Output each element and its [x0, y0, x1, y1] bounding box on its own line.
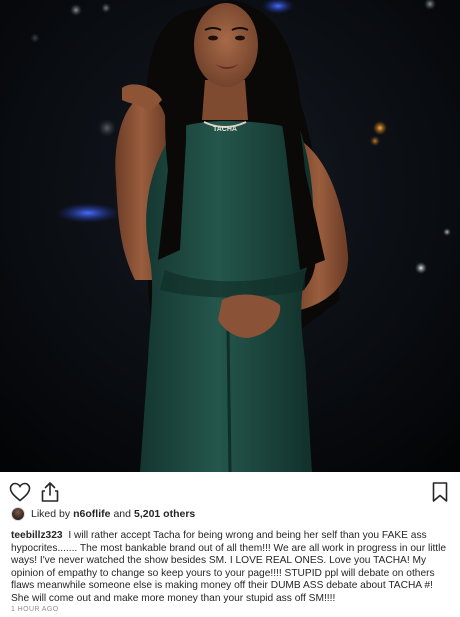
necklace-text: TACHA [213, 126, 237, 133]
liker-username[interactable]: n6oflife [73, 508, 110, 520]
likes-joiner: and [113, 508, 131, 520]
likes-prefix: Liked by [31, 508, 71, 520]
likes-row: Liked by n6oflife and 5,201 others [11, 506, 198, 522]
heart-icon[interactable] [8, 480, 32, 504]
photo-illustration: TACHA [0, 0, 460, 472]
avatar[interactable] [11, 507, 25, 521]
post-photo[interactable]: TACHA [0, 0, 460, 472]
instagram-post: TACHA Liked by n6oflife and 5,201 others [0, 0, 460, 617]
action-bar [0, 476, 460, 506]
caption-text: I will rather accept Tacha for being wro… [11, 530, 447, 604]
share-icon[interactable] [38, 480, 62, 504]
post-caption: teebillz323 I will rather accept Tacha f… [11, 530, 451, 606]
bookmark-icon[interactable] [428, 480, 452, 504]
likes-count[interactable]: 5,201 others [134, 508, 195, 520]
caption-username[interactable]: teebillz323 [11, 530, 63, 541]
post-timestamp[interactable]: 1 HOUR AGO [11, 606, 59, 613]
